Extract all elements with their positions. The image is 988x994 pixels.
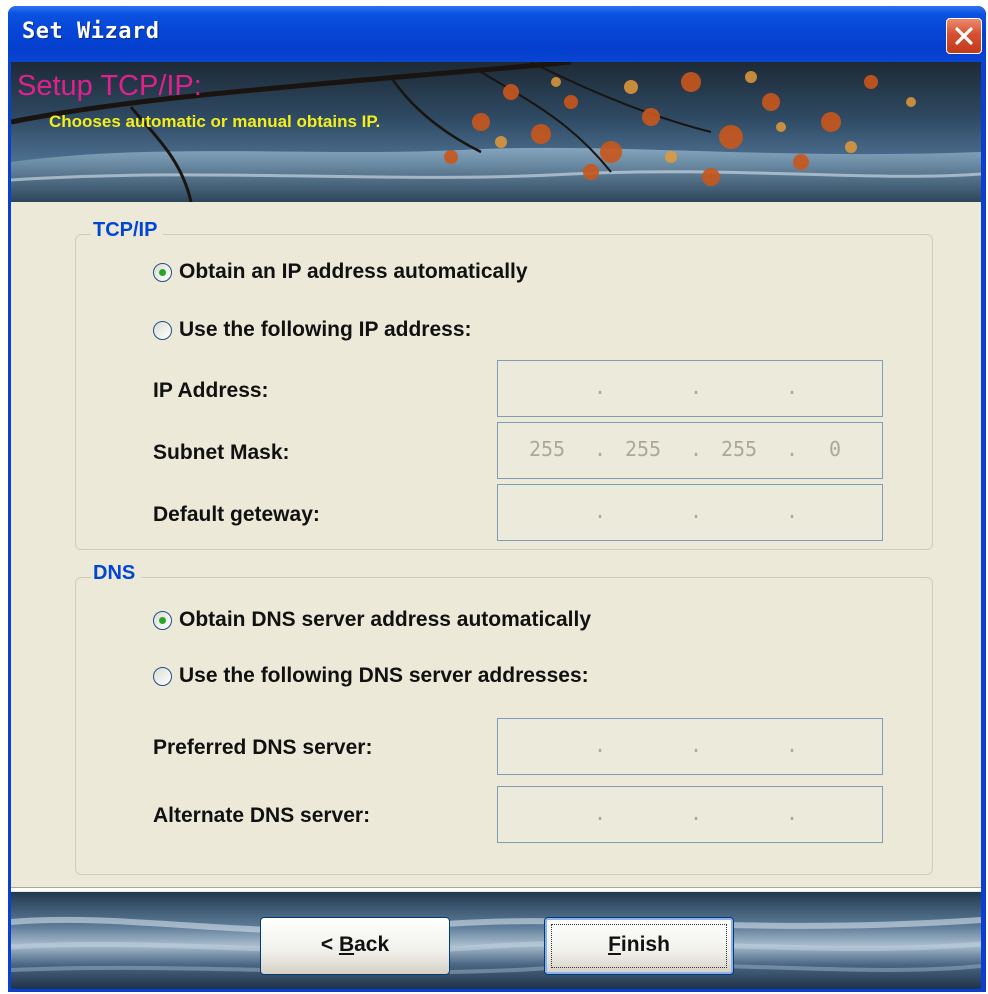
back-label-rest: ack bbox=[354, 933, 390, 956]
wizard-window: Set Wizard Setup TCP/IP: Chooses automat… bbox=[8, 6, 986, 992]
focus-ring bbox=[551, 924, 727, 968]
finish-button[interactable]: Finish bbox=[544, 917, 734, 975]
footer-divider-highlight bbox=[11, 888, 981, 891]
octet: 255 bbox=[528, 437, 566, 461]
alternate-dns-label: Alternate DNS server: bbox=[153, 804, 371, 827]
octet: 0 bbox=[828, 437, 842, 461]
radio-obtain-ip-auto[interactable]: Obtain an IP address automatically bbox=[153, 260, 528, 284]
radio-obtain-dns-auto[interactable]: Obtain DNS server address automatically bbox=[153, 608, 591, 632]
tcpip-group-title: TCP/IP bbox=[91, 219, 164, 242]
radio-use-following-dns[interactable]: Use the following DNS server addresses: bbox=[153, 664, 589, 688]
title-bar[interactable]: Set Wizard bbox=[8, 6, 986, 62]
dns-group-title: DNS bbox=[91, 562, 142, 585]
radio-label: Use the following IP address: bbox=[179, 318, 472, 341]
radio-use-following-ip[interactable]: Use the following IP address: bbox=[153, 318, 472, 342]
default-gateway-label: Default geteway: bbox=[153, 503, 320, 526]
radio-unselected-icon[interactable] bbox=[153, 320, 172, 340]
ip-address-label: IP Address: bbox=[153, 379, 269, 402]
radio-selected-icon[interactable] bbox=[153, 262, 172, 282]
header-banner: Setup TCP/IP: Chooses automatic or manua… bbox=[11, 62, 981, 202]
subnet-mask-label: Subnet Mask: bbox=[153, 441, 290, 464]
back-mnemonic: B bbox=[338, 933, 355, 956]
radio-unselected-icon[interactable] bbox=[153, 666, 172, 686]
close-button[interactable] bbox=[946, 18, 982, 54]
page-subtitle: Chooses automatic or manual obtains IP. bbox=[49, 112, 381, 131]
footer-banner bbox=[11, 892, 981, 989]
close-icon bbox=[955, 27, 973, 45]
radio-label: Obtain DNS server address automatically bbox=[179, 608, 591, 631]
back-arrow: < bbox=[320, 933, 339, 956]
octet: 255 bbox=[624, 437, 662, 461]
ip-address-input[interactable]: . . . bbox=[497, 360, 883, 417]
octet: 255 bbox=[720, 437, 758, 461]
default-gateway-input[interactable]: . . . bbox=[497, 484, 883, 541]
footer-water-image bbox=[11, 916, 981, 975]
radio-label: Obtain an IP address automatically bbox=[179, 260, 528, 283]
window-title: Set Wizard bbox=[22, 19, 160, 44]
alternate-dns-input[interactable]: . . . bbox=[497, 786, 883, 843]
radio-selected-icon[interactable] bbox=[153, 610, 172, 630]
subnet-mask-input[interactable]: 255 . 255 . 255 . 0 bbox=[497, 422, 883, 479]
back-button[interactable]: < Back bbox=[260, 917, 450, 975]
radio-label: Use the following DNS server addresses: bbox=[179, 664, 589, 687]
preferred-dns-label: Preferred DNS server: bbox=[153, 736, 373, 759]
preferred-dns-input[interactable]: . . . bbox=[497, 718, 883, 775]
page-title: Setup TCP/IP: bbox=[17, 70, 202, 102]
wizard-body: Setup TCP/IP: Chooses automatic or manua… bbox=[11, 62, 981, 989]
